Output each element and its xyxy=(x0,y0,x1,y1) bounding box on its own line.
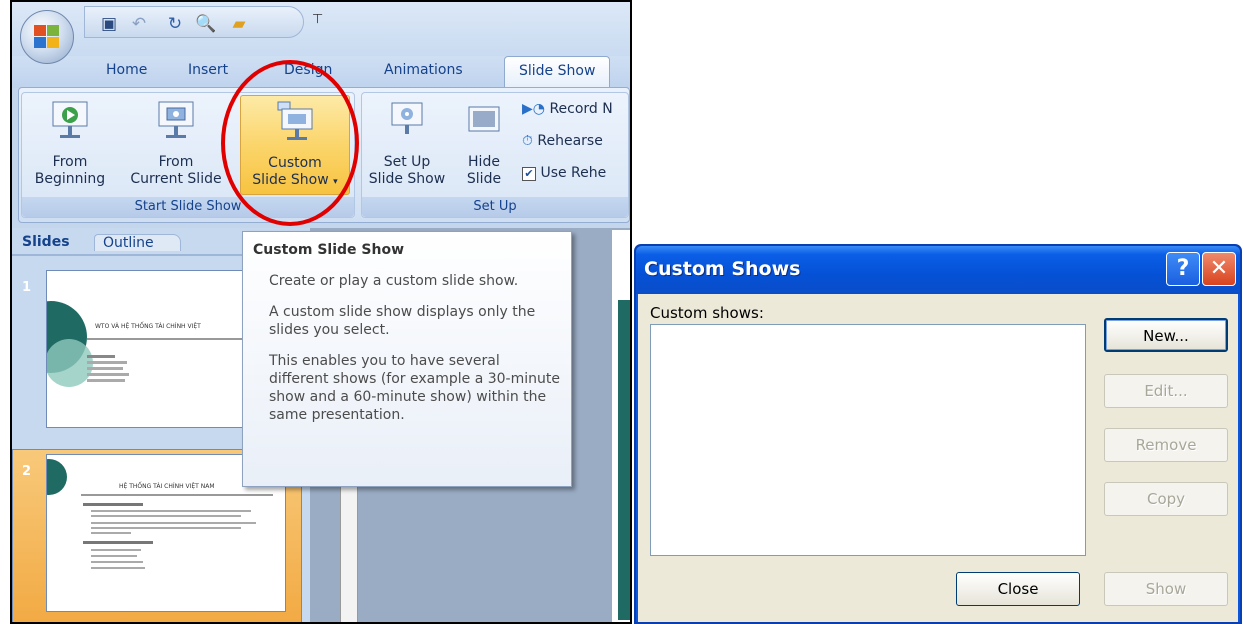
hide-slide-icon xyxy=(468,106,500,132)
close-window-button[interactable]: ✕ xyxy=(1202,252,1236,286)
use-rehearsed-label: Use Rehe xyxy=(540,165,607,181)
projector-slide-icon xyxy=(158,101,194,138)
from-current-label-2: Current Slide xyxy=(130,171,222,187)
tooltip-paragraph-2: A custom slide show displays only the sl… xyxy=(269,304,536,338)
tooltip-paragraph-3: This enables you to have several differe… xyxy=(269,353,560,423)
tab-insert[interactable]: Insert xyxy=(188,62,228,78)
hide-label-2: Slide xyxy=(466,171,502,187)
undo-icon[interactable]: ↶ xyxy=(129,15,149,33)
highlight-circle xyxy=(221,60,359,226)
print-preview-icon[interactable]: 🔍 xyxy=(195,15,216,33)
group-label-set-up: Set Up xyxy=(362,197,628,217)
set-up-label-1: Set Up xyxy=(383,154,431,170)
repeat-icon[interactable]: ↻ xyxy=(165,15,185,33)
copy-button[interactable]: Copy xyxy=(1104,482,1228,516)
record-narration-button[interactable]: ▶◔ Record N xyxy=(522,101,613,117)
remove-button[interactable]: Remove xyxy=(1104,428,1228,462)
rehearse-timings-button[interactable]: ⏱ Rehearse xyxy=(522,133,603,149)
tab-slide-show[interactable]: Slide Show xyxy=(504,56,611,90)
from-current-slide-button[interactable]: From Current Slide xyxy=(120,99,232,188)
use-rehearsed-checkbox[interactable]: ✔ Use Rehe xyxy=(522,165,606,181)
group-set-up: Set Up Slide Show Hide Slide ▶◔ Record N… xyxy=(361,92,629,218)
show-button[interactable]: Show xyxy=(1104,572,1228,606)
tooltip-title: Custom Slide Show xyxy=(253,242,405,258)
slide-canvas-edge xyxy=(612,230,630,622)
set-up-label-2: Slide Show xyxy=(368,171,446,187)
checkbox-checked-icon: ✔ xyxy=(522,167,536,181)
office-logo-icon xyxy=(34,25,60,49)
open-folder-icon[interactable]: ▰ xyxy=(229,15,249,33)
help-button[interactable]: ? xyxy=(1166,252,1200,286)
dialog-body: Custom shows: New... Edit... Remove Copy… xyxy=(638,294,1238,622)
custom-shows-list[interactable] xyxy=(650,324,1086,556)
record-icon: ▶◔ xyxy=(522,101,545,117)
tab-slides[interactable]: Slides xyxy=(22,234,70,250)
from-beginning-label-2: Beginning xyxy=(34,171,106,187)
quick-access-toolbar: ▣ ↶ ↻ 🔍 ▰ ⊤ xyxy=(12,2,630,56)
customize-qat-icon[interactable]: ⊤ xyxy=(312,12,323,27)
edit-button[interactable]: Edit... xyxy=(1104,374,1228,408)
tab-outline[interactable]: Outline xyxy=(94,234,181,251)
close-button[interactable]: Close xyxy=(956,572,1080,606)
from-beginning-button[interactable]: From Beginning xyxy=(24,99,116,188)
custom-shows-label: Custom shows: xyxy=(650,304,764,322)
slide-number-1: 1 xyxy=(22,280,32,295)
slide-1-title: WTO VÀ HỆ THỐNG TÀI CHÍNH VIỆT xyxy=(95,323,201,330)
dialog-titlebar: Custom Shows ? ✕ xyxy=(636,246,1240,294)
rehearse-icon: ⏱ xyxy=(522,133,533,149)
record-label: Record N xyxy=(549,101,613,117)
save-icon[interactable]: ▣ xyxy=(99,15,119,33)
custom-shows-dialog: Custom Shows ? ✕ Custom shows: New... Ed… xyxy=(634,244,1242,624)
tab-home[interactable]: Home xyxy=(106,62,147,78)
hide-slide-button[interactable]: Hide Slide xyxy=(456,99,512,188)
custom-slide-show-tooltip: Custom Slide Show Create or play a custo… xyxy=(242,231,572,487)
tab-animations[interactable]: Animations xyxy=(384,62,463,78)
hide-label-1: Hide xyxy=(468,154,500,170)
projector-screen-icon xyxy=(52,101,88,138)
from-current-label-1: From xyxy=(158,154,194,170)
slide-number-2: 2 xyxy=(22,464,32,479)
new-button[interactable]: New... xyxy=(1104,318,1228,352)
tooltip-paragraph-1: Create or play a custom slide show. xyxy=(269,273,519,289)
dialog-title: Custom Shows xyxy=(644,258,801,280)
rehearse-label: Rehearse xyxy=(537,133,603,149)
office-button[interactable] xyxy=(20,10,74,64)
quick-access-strip: ▣ ↶ ↻ 🔍 ▰ xyxy=(84,6,304,38)
setup-show-icon xyxy=(391,102,423,134)
from-beginning-label-1: From xyxy=(52,154,88,170)
powerpoint-window: ▣ ↶ ↻ 🔍 ▰ ⊤ Home Insert Design Animation… xyxy=(10,0,632,624)
slide-2-title: HỆ THỐNG TÀI CHÍNH VIỆT NAM xyxy=(119,483,215,490)
set-up-slide-show-button[interactable]: Set Up Slide Show xyxy=(364,99,450,188)
